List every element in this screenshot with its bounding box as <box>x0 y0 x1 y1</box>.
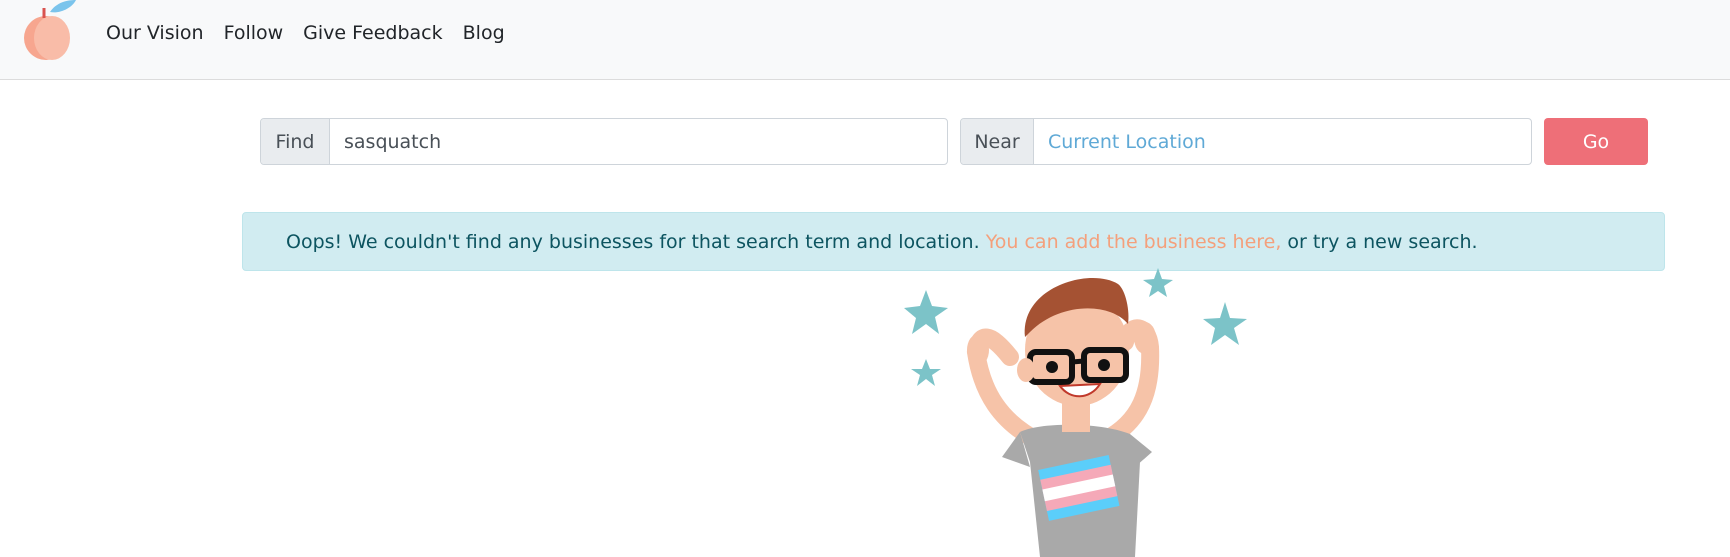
find-label: Find <box>261 119 330 164</box>
near-label: Near <box>961 119 1034 164</box>
near-input[interactable]: Current Location <box>1034 119 1531 164</box>
go-button[interactable]: Go <box>1544 118 1648 165</box>
navbar: Our Vision Follow Give Feedback Blog <box>0 0 1730 80</box>
nav-link-our-vision[interactable]: Our Vision <box>106 20 204 46</box>
add-business-link[interactable]: You can add the business here, <box>986 231 1282 253</box>
nav-link-blog[interactable]: Blog <box>463 20 505 46</box>
alert-message: Oops! We couldn't find any businesses fo… <box>286 230 980 253</box>
near-input-group: Near Current Location <box>960 118 1532 165</box>
find-input-group: Find sasquatch <box>260 118 948 165</box>
nav-link-give-feedback[interactable]: Give Feedback <box>303 20 442 46</box>
nav-link-follow[interactable]: Follow <box>224 20 284 46</box>
nav-links: Our Vision Follow Give Feedback Blog <box>106 20 505 46</box>
celebrating-person-illustration <box>904 268 1247 557</box>
find-input[interactable]: sasquatch <box>330 119 947 164</box>
alert-message-end: or try a new search. <box>1287 230 1478 253</box>
peach-logo-icon[interactable] <box>12 0 78 66</box>
